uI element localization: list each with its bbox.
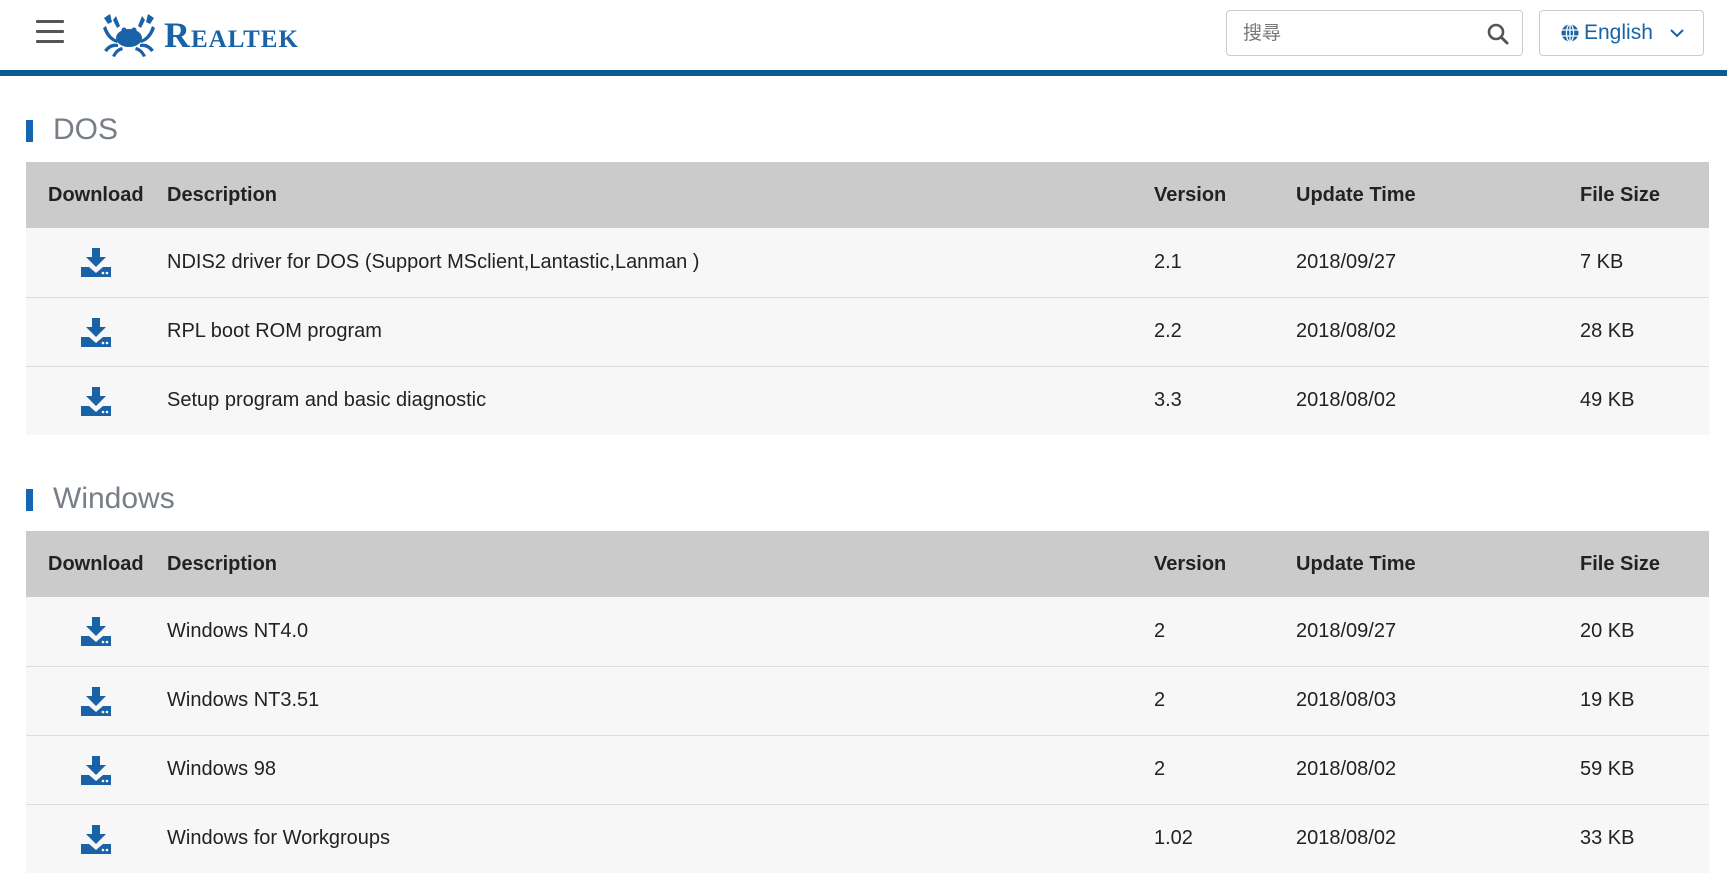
table-row: RPL boot ROM program 2.2 2018/08/02 28 K… [26,297,1709,366]
download-table: Download Description Version Update Time… [26,531,1709,873]
row-description: Windows 98 [167,758,276,780]
download-icon[interactable] [79,385,113,417]
column-header-description: Description [167,552,278,575]
download-icon[interactable] [79,246,113,278]
row-file-size: 20 KB [1580,619,1635,642]
download-icon[interactable] [79,316,113,348]
realtek-logo[interactable]: Realtek [100,10,299,60]
row-version: 2.1 [1154,250,1182,273]
download-table: Download Description Version Update Time… [26,162,1709,435]
language-selector[interactable]: English [1539,10,1704,56]
row-update-time: 2018/08/02 [1296,389,1397,412]
column-header-download: Download [48,552,144,575]
row-file-size: 7 KB [1580,250,1624,273]
row-update-time: 2018/08/02 [1296,827,1397,850]
download-icon[interactable] [79,823,113,855]
menu-icon[interactable] [36,20,64,46]
row-version: 1.02 [1154,827,1193,850]
row-description: RPL boot ROM program [167,320,382,342]
download-icon[interactable] [79,685,113,717]
row-version: 2.2 [1154,320,1182,342]
row-file-size: 33 KB [1580,827,1635,850]
row-update-time: 2018/09/27 [1296,619,1397,642]
row-update-time: 2018/08/02 [1296,320,1397,342]
table-header-row: Download Description Version Update Time… [26,531,1709,597]
column-header-file-size: File Size [1580,552,1661,575]
row-description: Windows for Workgroups [167,827,391,850]
row-description: Windows NT3.51 [167,689,320,711]
column-header-version: Version [1154,552,1227,575]
column-header-download: Download [48,183,144,206]
globe-icon [1561,23,1579,43]
row-version: 2 [1154,758,1166,780]
table-row: Windows NT3.51 2 2018/08/03 19 KB [26,666,1709,735]
row-file-size: 19 KB [1580,689,1635,711]
table-row: Windows 98 2 2018/08/02 59 KB [26,735,1709,804]
row-update-time: 2018/08/03 [1296,689,1397,711]
column-header-file-size: File Size [1580,183,1661,206]
row-version: 2 [1154,619,1166,642]
row-update-time: 2018/09/27 [1296,250,1397,273]
download-icon[interactable] [79,754,113,786]
row-description: Setup program and basic diagnostic [167,389,487,412]
logo-wordmark: Realtek [164,15,299,55]
row-description: NDIS2 driver for DOS (Support MSclient,L… [167,250,700,273]
row-file-size: 28 KB [1580,320,1635,342]
section-title: DOS [26,98,1709,162]
realtek-crab-logo-icon [103,14,155,57]
row-file-size: 59 KB [1580,758,1635,780]
row-description: Windows NT4.0 [167,619,309,642]
search-input[interactable] [1241,11,1475,57]
table-header-row: Download Description Version Update Time… [26,162,1709,228]
download-icon[interactable] [79,615,113,647]
column-header-description: Description [167,183,278,206]
row-version: 2 [1154,689,1166,711]
row-file-size: 49 KB [1580,389,1635,412]
column-header-update-time: Update Time [1296,183,1416,206]
search-box [1226,10,1523,57]
table-row: Windows NT4.0 2 2018/09/27 20 KB [26,597,1709,666]
chevron-down-icon [1670,29,1684,38]
column-header-update-time: Update Time [1296,552,1416,575]
section-title: Windows [26,467,1709,531]
search-icon[interactable] [1486,22,1510,46]
table-row: Setup program and basic diagnostic 3.3 2… [26,366,1709,435]
row-update-time: 2018/08/02 [1296,758,1397,780]
section-windows: Windows Download Description Version Upd… [26,467,1709,873]
section-dos: DOS Download Description Version Update … [26,98,1709,435]
row-version: 3.3 [1154,389,1182,412]
table-row: Windows for Workgroups 1.02 2018/08/02 3… [26,804,1709,873]
site-header: Realtek English [0,0,1727,76]
table-row: NDIS2 driver for DOS (Support MSclient,L… [26,228,1709,297]
column-header-version: Version [1154,183,1227,206]
language-label: English [1584,21,1653,44]
